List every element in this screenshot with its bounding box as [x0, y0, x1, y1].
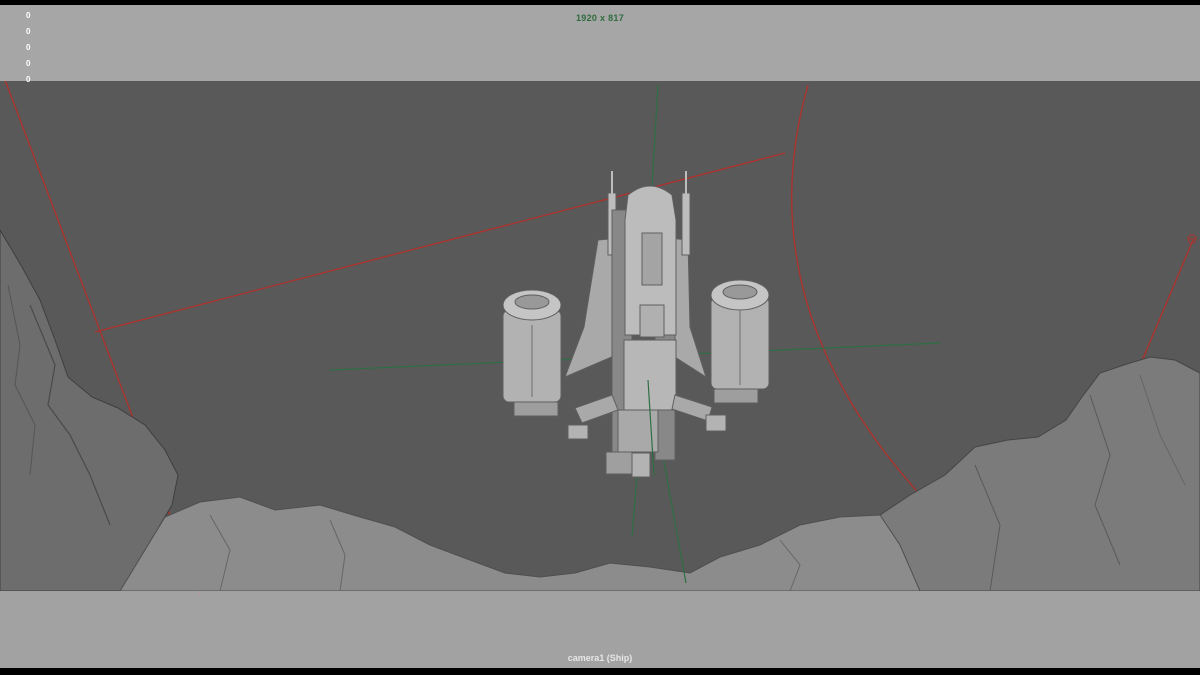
hud-value: 0 [26, 59, 31, 68]
terrain-left-cliff[interactable] [0, 229, 179, 592]
ship-model[interactable] [502, 171, 770, 478]
hud-value: 0 [26, 75, 31, 84]
hud-value: 0 [26, 11, 31, 20]
camera-name-label: camera1 (Ship) [567, 653, 633, 663]
hud-value: 0 [26, 43, 31, 52]
3d-scene[interactable] [0, 5, 1200, 668]
resolution-gate-label: 1920 x 817 [575, 13, 625, 23]
hud-value: 0 [26, 27, 31, 36]
hud-readout: 0 0 0 0 0 [26, 8, 30, 88]
camera-viewport[interactable]: 1920 x 817 0 0 0 0 0 camera1 (Ship) [0, 5, 1200, 668]
terrain-right-mountain[interactable] [879, 356, 1200, 592]
terrain-ridge[interactable] [119, 496, 921, 592]
